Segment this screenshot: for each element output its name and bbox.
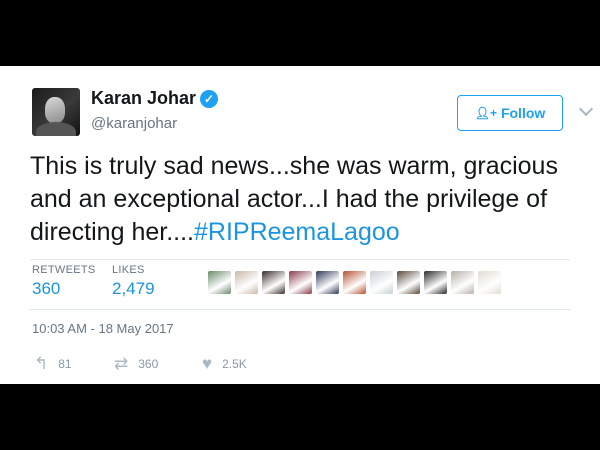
like-count: 2.5K <box>222 357 247 371</box>
reply-count: 81 <box>58 357 72 371</box>
tweet-timestamp[interactable]: 10:03 AM - 18 May 2017 <box>32 321 174 336</box>
follow-button-label: Follow <box>500 105 546 121</box>
follow-button[interactable]: 👤︎+ Follow <box>457 95 563 131</box>
reply-icon: ↰ <box>34 354 49 373</box>
liker-avatar[interactable] <box>370 271 393 294</box>
retweet-icon: ⇄ <box>114 354 129 373</box>
liker-avatar[interactable] <box>451 271 474 294</box>
liker-avatar[interactable] <box>397 271 420 294</box>
retweets-label: RETWEETS <box>32 264 96 276</box>
hashtag-link[interactable]: #RIPReemaLagoo <box>194 218 400 246</box>
liker-avatar[interactable] <box>316 271 339 294</box>
retweets-count: 360 <box>32 279 61 298</box>
liker-avatars <box>208 271 501 294</box>
chevron-down-icon[interactable] <box>578 101 594 117</box>
retweet-count: 360 <box>138 357 159 371</box>
divider-top <box>30 259 570 260</box>
liker-avatar[interactable] <box>262 271 285 294</box>
likes-label: LIKES <box>112 264 145 276</box>
action-bar: ↰ 81 ⇄ 360 ♥ 2.5K <box>34 354 247 374</box>
person-add-icon: 👤︎+ <box>474 106 497 120</box>
avatar-body-shape <box>36 122 76 136</box>
tweet-card: Karan Johar ✓ @karanjohar 👤︎+ Follow Thi… <box>0 66 600 384</box>
heart-icon: ♥ <box>202 354 213 373</box>
liker-avatar[interactable] <box>343 271 366 294</box>
verified-badge-icon: ✓ <box>200 89 219 108</box>
retweets-stat[interactable]: RETWEETS 360 <box>32 264 96 299</box>
like-button[interactable]: ♥ 2.5K <box>202 354 247 374</box>
liker-avatar[interactable] <box>424 271 447 294</box>
liker-avatar[interactable] <box>235 271 258 294</box>
author-handle[interactable]: @karanjohar <box>91 115 177 132</box>
avatar-face-shape <box>45 97 65 123</box>
liker-avatar[interactable] <box>208 271 231 294</box>
likes-count: 2,479 <box>112 279 155 298</box>
divider-bottom <box>30 309 570 310</box>
likes-stat[interactable]: LIKES 2,479 <box>112 264 155 299</box>
retweet-button[interactable]: ⇄ 360 <box>114 354 202 374</box>
reply-button[interactable]: ↰ 81 <box>34 354 114 374</box>
liker-avatar[interactable] <box>289 271 312 294</box>
tweet-text: This is truly sad news...she was warm, g… <box>30 150 590 249</box>
avatar[interactable] <box>32 88 80 136</box>
author-name-row: Karan Johar ✓ <box>91 88 219 109</box>
liker-avatar[interactable] <box>478 271 501 294</box>
author-name[interactable]: Karan Johar <box>91 88 196 109</box>
